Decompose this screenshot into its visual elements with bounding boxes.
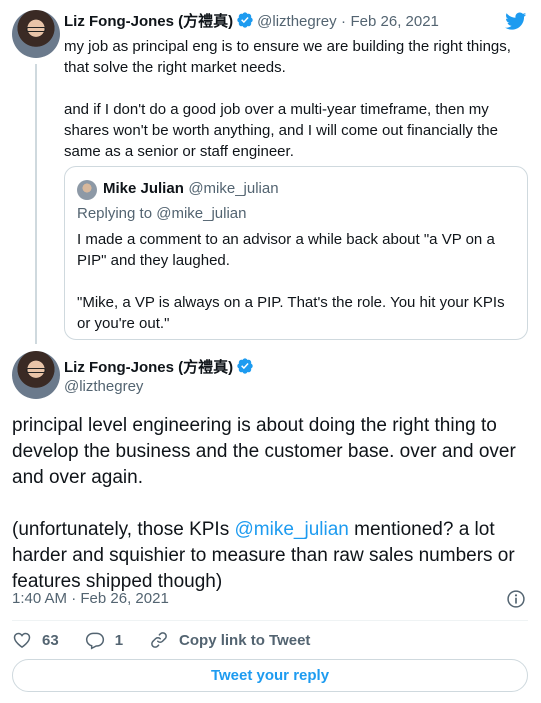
author-handle[interactable]: @lizthegrey [257,13,336,30]
copy-link-button[interactable]: Copy link to Tweet [149,630,310,650]
reply-button[interactable]: 1 [85,630,123,650]
tweet-paragraph: (unfortunately, those KPIs @mike_julian … [12,517,532,595]
thread-connector-line [35,64,37,344]
author-name[interactable]: Liz Fong-Jones (方禮真) [64,13,233,30]
quoted-author-name: Mike Julian [103,180,184,197]
main-author-name-row: Liz Fong-Jones (方禮真) [64,356,257,377]
separator-dot: · [341,13,347,30]
reply-bubble-icon [85,632,104,650]
tweet-date[interactable]: Feb 26, 2021 [351,13,439,30]
quoted-author-handle: @mike_julian [188,180,279,197]
quoted-tweet-card[interactable]: Mike Julian @mike_julian Replying to @mi… [64,166,528,340]
copy-link-label: Copy link to Tweet [179,631,311,649]
heart-icon [13,632,31,648]
twitter-bird-icon[interactable] [503,10,528,32]
verified-badge-icon [236,11,254,29]
author-name[interactable]: Liz Fong-Jones (方禮真) [64,359,233,376]
link-icon [151,632,167,648]
author-handle[interactable]: @lizthegrey [64,378,143,395]
tweet-text: my job as principal eng is to ensure we … [64,38,511,160]
mention-link[interactable]: @mike_julian [235,519,349,540]
replying-to-label: Replying to [77,205,153,222]
avatar[interactable] [12,351,60,399]
tweet-time: 1:40 AM [12,590,68,607]
info-icon[interactable] [506,589,526,609]
action-bar: 63 1 Copy link to Tweet [12,628,336,652]
avatar[interactable] [12,10,60,58]
reply-count: 1 [114,631,124,649]
tweet-paragraph: principal level engineering is about doi… [12,415,516,488]
avatar [77,180,97,200]
verified-badge-icon [236,357,254,375]
divider [12,620,528,621]
tweet-timestamp[interactable]: 1:40 AM · Feb 26, 2021 [12,590,169,607]
replying-to-handle: @mike_julian [156,205,247,222]
text-fragment: (unfortunately, those KPIs [12,519,235,540]
tweet-your-reply-button[interactable]: Tweet your reply [12,659,528,692]
quoted-tweet-header: Mike Julian @mike_julian [103,180,279,198]
separator-dot: · [71,590,77,607]
tweet-date: Feb 26, 2021 [80,590,169,607]
tweet-header: Liz Fong-Jones (方禮真) @lizthegrey · Feb 26… [64,10,439,31]
replying-to-line: Replying to @mike_julian [77,205,246,222]
quoted-tweet-text: I made a comment to an advisor a while b… [77,231,505,332]
like-count: 63 [42,631,59,649]
like-button[interactable]: 63 [12,630,59,650]
